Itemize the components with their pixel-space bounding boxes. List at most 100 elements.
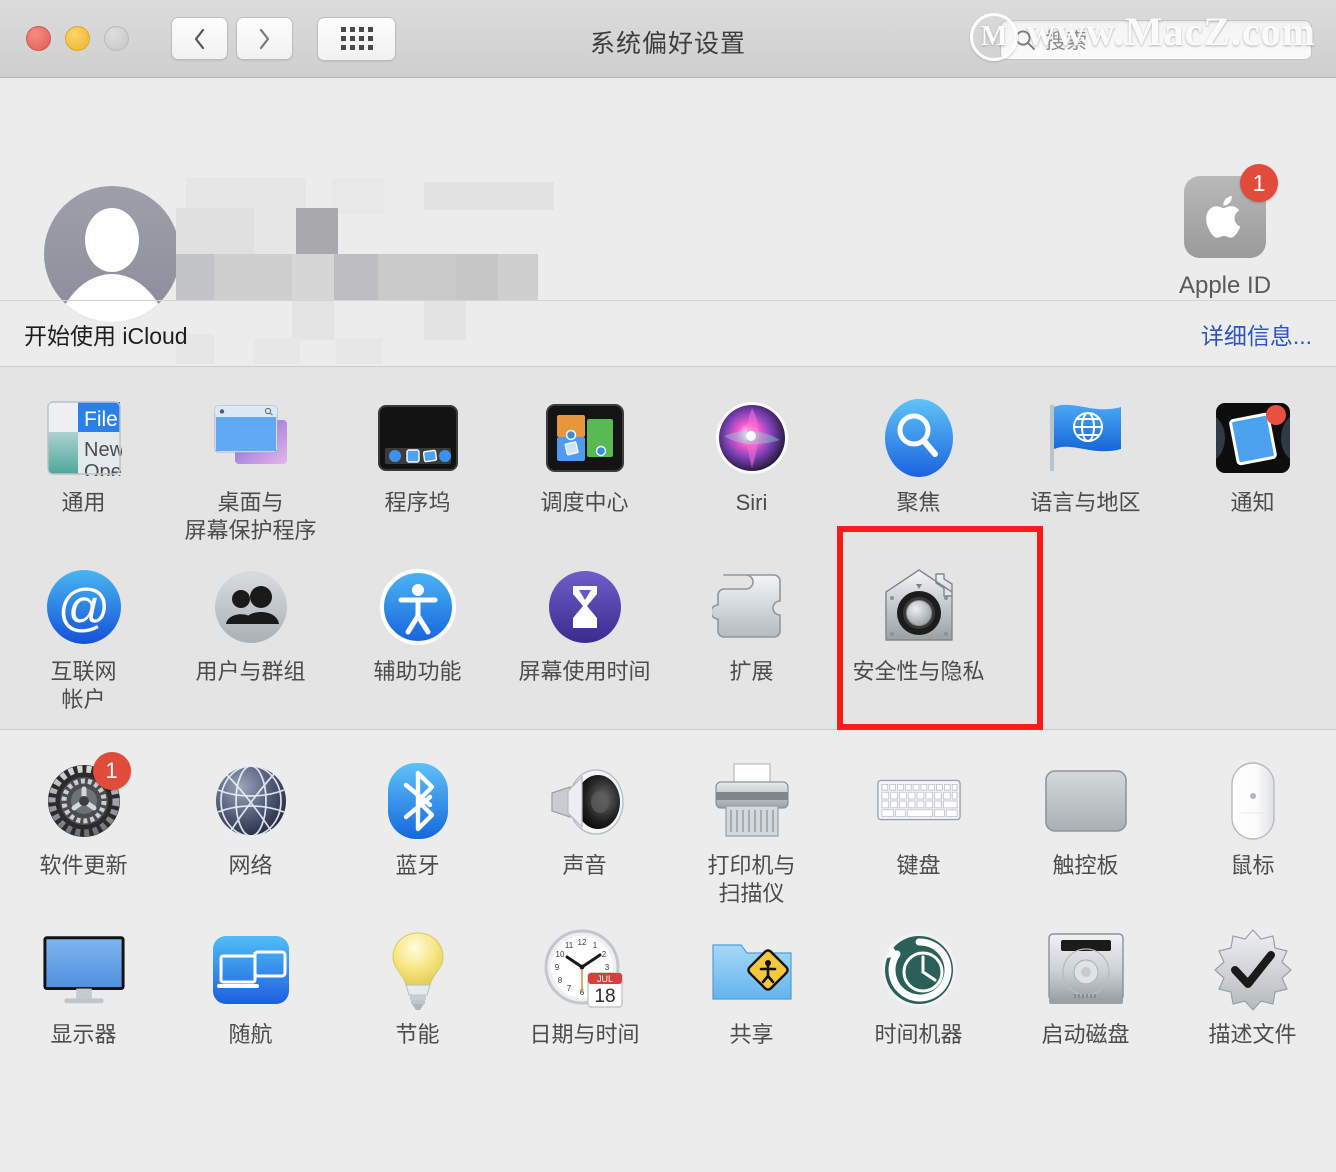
svg-text:9: 9 bbox=[554, 963, 559, 972]
svg-text:2: 2 bbox=[601, 950, 606, 959]
pref-item-internet-accounts[interactable]: @ 互联网 帐户 bbox=[0, 554, 167, 713]
date-time-day: 18 bbox=[594, 986, 615, 1007]
pref-item-general[interactable]: File New Open 通用 bbox=[0, 385, 167, 544]
forward-button[interactable] bbox=[236, 17, 293, 60]
apple-id-label: Apple ID bbox=[1178, 272, 1272, 299]
pref-item-network[interactable]: 网络 bbox=[167, 748, 334, 907]
pref-item-users-groups[interactable]: 用户与群组 bbox=[167, 554, 334, 713]
bluetooth-icon bbox=[375, 758, 461, 844]
displays-icon bbox=[41, 927, 127, 1013]
zoom-button[interactable] bbox=[104, 26, 129, 51]
pref-item-dock[interactable]: 程序坞 bbox=[334, 385, 501, 544]
pref-label: Siri bbox=[735, 490, 768, 515]
svg-text:12: 12 bbox=[577, 938, 586, 947]
energy-saver-icon bbox=[375, 927, 461, 1013]
pref-label: 随航 bbox=[228, 1022, 273, 1047]
window-titlebar: 系统偏好设置 搜索 M www.MacZ.com bbox=[0, 0, 1336, 78]
icloud-label: 开始使用 iCloud bbox=[24, 322, 188, 349]
search-input[interactable]: 搜索 bbox=[1000, 20, 1312, 60]
keyboard-icon bbox=[876, 758, 962, 844]
pref-label: 安全性与隐私 bbox=[852, 659, 985, 684]
pref-item-extensions[interactable]: 扩展 bbox=[668, 554, 835, 713]
pref-label: 调度中心 bbox=[540, 490, 629, 515]
pref-item-profiles[interactable]: 描述文件 bbox=[1169, 917, 1336, 1065]
pref-item-spotlight[interactable]: 聚焦 bbox=[835, 385, 1002, 544]
pref-item-time-machine[interactable]: 时间机器 bbox=[835, 917, 1002, 1065]
sidecar-icon bbox=[208, 927, 294, 1013]
sound-icon bbox=[542, 758, 628, 844]
pref-item-security-privacy[interactable]: 安全性与隐私 bbox=[835, 526, 1043, 730]
pref-item-printers-scanners[interactable]: 打印机与 扫描仪 bbox=[668, 748, 835, 907]
pref-label: 蓝牙 bbox=[395, 853, 440, 878]
pref-label: 日期与时间 bbox=[529, 1022, 640, 1047]
security-privacy-icon bbox=[876, 564, 962, 650]
pref-item-screen-time[interactable]: 屏幕使用时间 bbox=[501, 554, 668, 713]
mouse-icon bbox=[1210, 758, 1296, 844]
account-banner: 1 Apple ID 开始使用 iCloud 详细信息... bbox=[0, 78, 1336, 366]
pref-label: 软件更新 bbox=[39, 853, 128, 878]
notifications-icon bbox=[1210, 395, 1296, 481]
date-time-month: JUL bbox=[596, 974, 612, 984]
preferences-section-personal: File New Open 通用 bbox=[0, 367, 1336, 730]
startup-disk-icon bbox=[1043, 927, 1129, 1013]
show-all-button[interactable] bbox=[317, 16, 396, 61]
pref-item-sidecar[interactable]: 随航 bbox=[167, 917, 334, 1065]
pref-item-notifications[interactable]: 通知 bbox=[1169, 385, 1336, 544]
pref-label: 共享 bbox=[729, 1022, 774, 1047]
pref-label: 鼠标 bbox=[1230, 853, 1275, 878]
pref-item-software-update[interactable]: 1 软件更新 bbox=[0, 748, 167, 907]
pref-item-startup-disk[interactable]: 启动磁盘 bbox=[1002, 917, 1169, 1065]
close-button[interactable] bbox=[26, 26, 51, 51]
svg-text:8: 8 bbox=[557, 976, 562, 985]
pref-item-displays[interactable]: 显示器 bbox=[0, 917, 167, 1065]
software-update-icon: 1 bbox=[41, 752, 131, 844]
pref-item-mission-control[interactable]: 调度中心 bbox=[501, 385, 668, 544]
time-machine-icon bbox=[876, 927, 962, 1013]
pref-item-siri[interactable]: Siri bbox=[668, 385, 835, 544]
chevron-left-icon bbox=[194, 28, 205, 49]
avatar-head bbox=[85, 208, 139, 272]
icloud-row: 开始使用 iCloud 详细信息... bbox=[0, 300, 1336, 366]
grid-dots-icon bbox=[340, 27, 373, 50]
pref-item-bluetooth[interactable]: 蓝牙 bbox=[334, 748, 501, 907]
apple-logo-icon bbox=[1206, 195, 1241, 238]
search-icon bbox=[1015, 30, 1035, 50]
general-icon: File New Open bbox=[41, 395, 127, 481]
software-update-badge: 1 bbox=[92, 752, 131, 790]
pref-label: 互联网 帐户 bbox=[50, 659, 117, 712]
svg-text:3: 3 bbox=[604, 963, 609, 972]
apple-id-tile: 1 bbox=[1184, 164, 1278, 258]
pref-item-energy-saver[interactable]: 节能 bbox=[334, 917, 501, 1065]
trackpad-icon bbox=[1043, 758, 1129, 844]
pref-label: 语言与地区 bbox=[1030, 490, 1141, 515]
network-icon bbox=[208, 758, 294, 844]
printers-scanners-icon bbox=[709, 758, 795, 844]
pref-item-language-region[interactable]: 语言与地区 bbox=[1002, 385, 1169, 544]
minimize-button[interactable] bbox=[65, 26, 90, 51]
language-region-icon bbox=[1043, 395, 1129, 481]
pref-item-trackpad[interactable]: 触控板 bbox=[1002, 748, 1169, 907]
extensions-icon bbox=[709, 564, 795, 650]
back-button[interactable] bbox=[171, 17, 228, 60]
pref-item-keyboard[interactable]: 键盘 bbox=[835, 748, 1002, 907]
desktop-screensaver-icon bbox=[208, 395, 294, 481]
pref-item-sharing[interactable]: 共享 bbox=[668, 917, 835, 1065]
pref-label: 程序坞 bbox=[384, 490, 451, 515]
chevron-right-icon bbox=[259, 28, 270, 49]
icloud-details-link[interactable]: 详细信息... bbox=[1201, 317, 1312, 351]
svg-text:File: File bbox=[84, 408, 118, 431]
siri-icon bbox=[709, 395, 795, 481]
pref-item-date-time[interactable]: 1212 345 678 91011 JUL 18 bbox=[501, 917, 668, 1065]
pref-label: 触控板 bbox=[1052, 853, 1119, 878]
pref-item-accessibility[interactable]: 辅助功能 bbox=[334, 554, 501, 713]
svg-text:7: 7 bbox=[566, 984, 571, 993]
mission-control-icon bbox=[542, 395, 628, 481]
pref-label: 辅助功能 bbox=[373, 659, 462, 684]
apple-id-item[interactable]: 1 Apple ID bbox=[1150, 164, 1300, 300]
pref-item-sound[interactable]: 声音 bbox=[501, 748, 668, 907]
pref-label: 显示器 bbox=[50, 1022, 117, 1047]
pref-item-desktop-screensaver[interactable]: 桌面与 屏幕保护程序 bbox=[167, 385, 334, 544]
spotlight-icon bbox=[876, 395, 962, 481]
pref-item-mouse[interactable]: 鼠标 bbox=[1169, 748, 1336, 907]
preferences-grid-personal: File New Open 通用 bbox=[0, 385, 1336, 730]
